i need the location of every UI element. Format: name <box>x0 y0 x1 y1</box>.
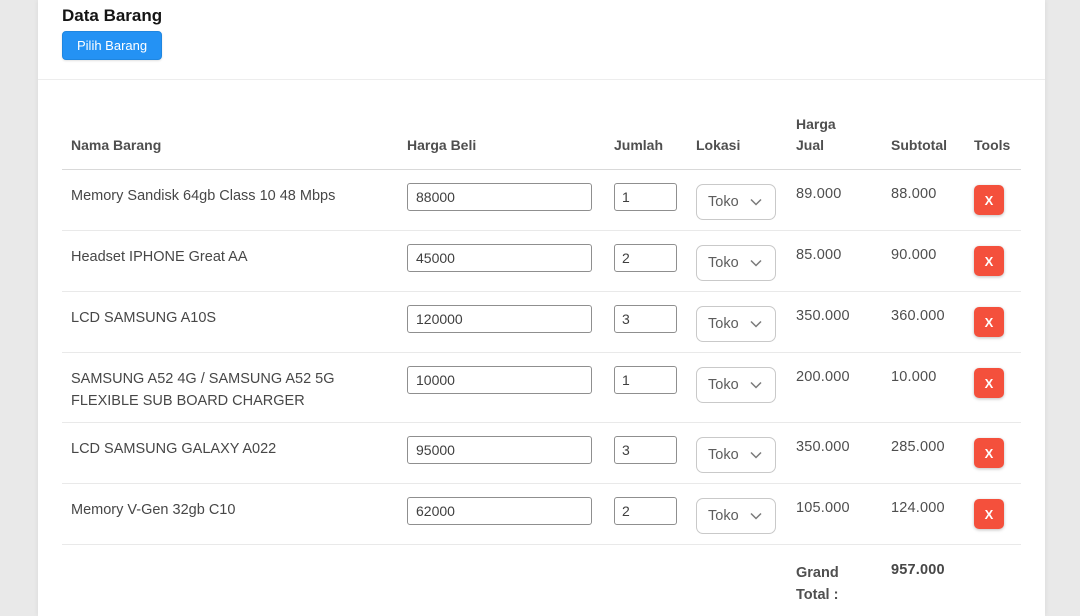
chevron-down-icon <box>750 320 762 328</box>
page-title: Data Barang <box>62 4 1021 28</box>
col-header-harga-jual: Harga Jual <box>796 114 848 156</box>
grand-total-value: 957.000 <box>891 562 974 578</box>
delete-row-button[interactable]: X <box>974 307 1004 337</box>
harga-beli-input[interactable] <box>407 305 592 333</box>
lokasi-selected-value: Toko <box>708 377 741 393</box>
harga-jual-value: 89.000 <box>796 183 891 202</box>
grand-total-label: Grand Total : <box>796 562 856 606</box>
table-footer-row: Grand Total : 957.000 <box>62 545 1021 616</box>
delete-row-button[interactable]: X <box>974 185 1004 215</box>
chevron-down-icon <box>750 259 762 267</box>
table-row: Memory V-Gen 32gb C10 Toko 105.000 124.0… <box>62 484 1021 545</box>
jumlah-input[interactable] <box>614 497 677 525</box>
item-name: Memory Sandisk 64gb Class 10 48 Mbps <box>62 185 372 207</box>
subtotal-value: 88.000 <box>891 183 974 202</box>
jumlah-input[interactable] <box>614 436 677 464</box>
lokasi-select[interactable]: Toko <box>696 245 776 281</box>
harga-beli-input[interactable] <box>407 436 592 464</box>
lokasi-select[interactable]: Toko <box>696 306 776 342</box>
lokasi-selected-value: Toko <box>708 447 741 463</box>
chevron-down-icon <box>750 512 762 520</box>
items-table: Nama Barang Harga Beli Jumlah Lokasi Har… <box>62 80 1021 616</box>
table-row: Headset IPHONE Great AA Toko 85.000 90.0… <box>62 231 1021 292</box>
table-row: LCD SAMSUNG A10S Toko 350.000 360.000 X <box>62 292 1021 353</box>
col-header-tools: Tools <box>974 135 1021 156</box>
lokasi-selected-value: Toko <box>708 316 741 332</box>
pilih-barang-button[interactable]: Pilih Barang <box>62 31 162 60</box>
harga-jual-value: 350.000 <box>796 305 891 324</box>
harga-jual-value: 105.000 <box>796 497 891 516</box>
col-header-nama-barang: Nama Barang <box>62 135 407 156</box>
item-name: Memory V-Gen 32gb C10 <box>62 499 372 521</box>
subtotal-value: 90.000 <box>891 244 974 263</box>
subtotal-value: 10.000 <box>891 366 974 385</box>
chevron-down-icon <box>750 451 762 459</box>
table-row: Memory Sandisk 64gb Class 10 48 Mbps Tok… <box>62 170 1021 231</box>
harga-beli-input[interactable] <box>407 497 592 525</box>
lokasi-selected-value: Toko <box>708 255 741 271</box>
table-row: LCD SAMSUNG GALAXY A022 Toko 350.000 285… <box>62 423 1021 484</box>
item-name: LCD SAMSUNG A10S <box>62 307 372 329</box>
jumlah-input[interactable] <box>614 244 677 272</box>
lokasi-select[interactable]: Toko <box>696 367 776 403</box>
col-header-subtotal: Subtotal <box>891 135 974 156</box>
subtotal-value: 285.000 <box>891 436 974 455</box>
harga-jual-value: 85.000 <box>796 244 891 263</box>
item-name: Headset IPHONE Great AA <box>62 246 372 268</box>
item-name: SAMSUNG A52 4G / SAMSUNG A52 5G FLEXIBLE… <box>62 368 372 412</box>
col-header-jumlah: Jumlah <box>614 135 696 156</box>
lokasi-selected-value: Toko <box>708 194 741 210</box>
jumlah-input[interactable] <box>614 305 677 333</box>
subtotal-value: 124.000 <box>891 497 974 516</box>
delete-row-button[interactable]: X <box>974 368 1004 398</box>
jumlah-input[interactable] <box>614 366 677 394</box>
delete-row-button[interactable]: X <box>974 499 1004 529</box>
col-header-harga-beli: Harga Beli <box>407 135 614 156</box>
delete-row-button[interactable]: X <box>974 246 1004 276</box>
card-header: Data Barang Pilih Barang <box>38 0 1045 80</box>
delete-row-button[interactable]: X <box>974 438 1004 468</box>
table-row: SAMSUNG A52 4G / SAMSUNG A52 5G FLEXIBLE… <box>62 353 1021 423</box>
lokasi-selected-value: Toko <box>708 508 741 524</box>
item-name: LCD SAMSUNG GALAXY A022 <box>62 438 372 460</box>
harga-jual-value: 350.000 <box>796 436 891 455</box>
harga-beli-input[interactable] <box>407 244 592 272</box>
col-header-lokasi: Lokasi <box>696 135 796 156</box>
harga-beli-input[interactable] <box>407 183 592 211</box>
chevron-down-icon <box>750 198 762 206</box>
lokasi-select[interactable]: Toko <box>696 184 776 220</box>
harga-beli-input[interactable] <box>407 366 592 394</box>
jumlah-input[interactable] <box>614 183 677 211</box>
lokasi-select[interactable]: Toko <box>696 437 776 473</box>
chevron-down-icon <box>750 381 762 389</box>
harga-jual-value: 200.000 <box>796 366 891 385</box>
table-header-row: Nama Barang Harga Beli Jumlah Lokasi Har… <box>62 80 1021 170</box>
subtotal-value: 360.000 <box>891 305 974 324</box>
lokasi-select[interactable]: Toko <box>696 498 776 534</box>
data-barang-card: Data Barang Pilih Barang Nama Barang Har… <box>38 0 1045 616</box>
